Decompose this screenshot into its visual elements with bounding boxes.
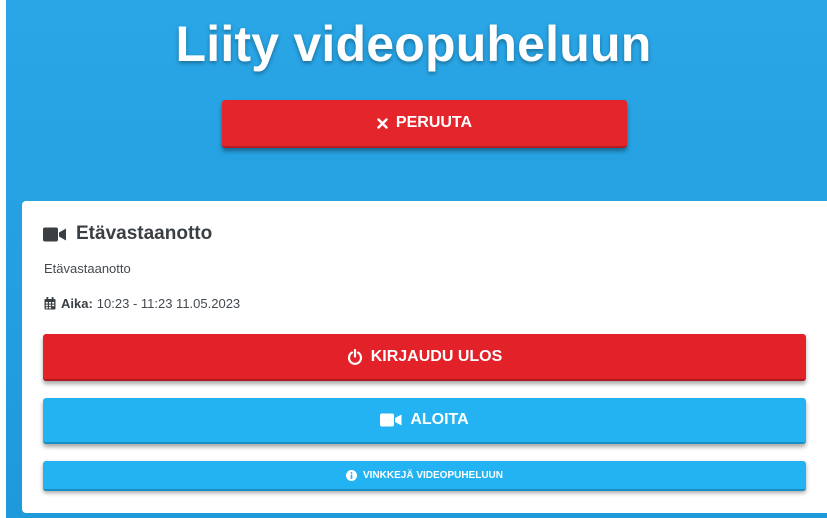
cancel-button-label: PERUUTA bbox=[395, 114, 473, 131]
cancel-button[interactable]: PERUUTA bbox=[222, 100, 627, 148]
card-subtitle: Etävastaanotto bbox=[44, 261, 131, 276]
time-value: 10:23 - 11:23 11.05.2023 bbox=[96, 296, 241, 311]
video-camera-icon bbox=[380, 413, 402, 427]
card-title-text: Etävastaanotto bbox=[76, 223, 213, 244]
time-label: Aika: bbox=[61, 296, 93, 311]
start-button[interactable]: ALOITA bbox=[43, 398, 806, 444]
start-button-label: ALOITA bbox=[410, 411, 469, 428]
card-title: Etävastaanotto bbox=[43, 223, 212, 245]
close-icon bbox=[377, 117, 388, 129]
info-icon bbox=[345, 469, 357, 481]
video-camera-icon bbox=[43, 227, 67, 242]
calendar-icon bbox=[44, 297, 56, 310]
logout-button[interactable]: KIRJAUDU ULOS bbox=[43, 334, 806, 381]
power-icon bbox=[347, 348, 363, 365]
page-title: Liity videopuheluun bbox=[175, 16, 652, 72]
tips-button-label: VINKKEJÄ VIDEOPUHELUUN bbox=[362, 469, 504, 481]
appointment-card: Etävastaanotto Etävastaanotto Aika: 10:2… bbox=[22, 201, 827, 513]
appointment-time: Aika: 10:23 - 11:23 11.05.2023 bbox=[44, 296, 240, 311]
logout-button-label: KIRJAUDU ULOS bbox=[370, 347, 503, 365]
video-call-tips-button[interactable]: VINKKEJÄ VIDEOPUHELUUN bbox=[43, 461, 806, 491]
